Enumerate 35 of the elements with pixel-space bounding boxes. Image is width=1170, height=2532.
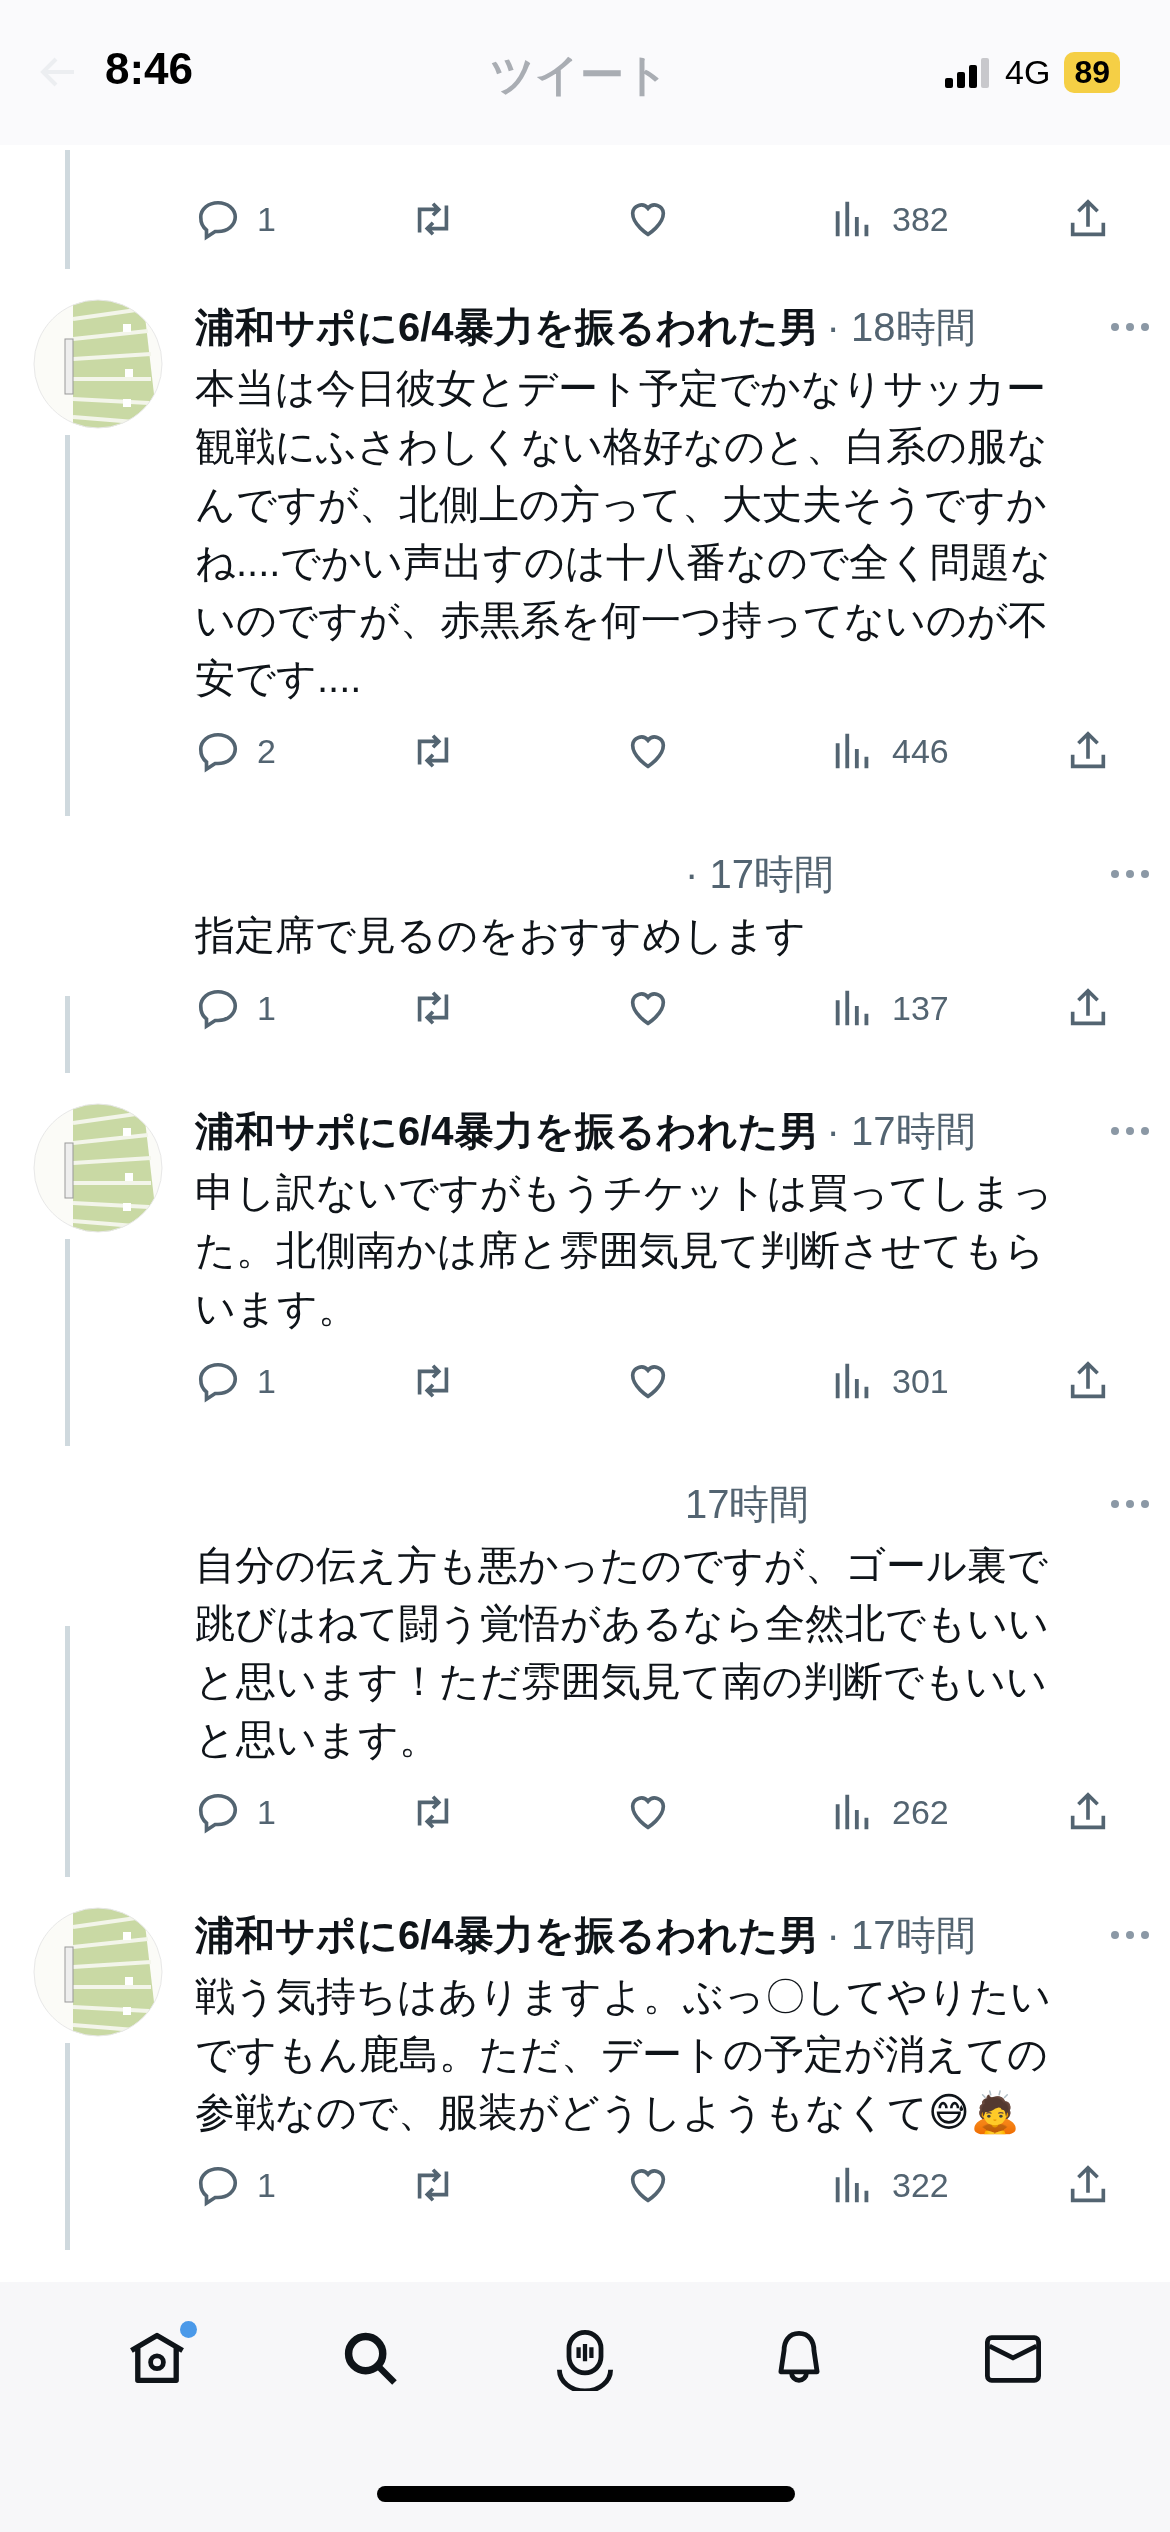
- view-count: 301: [892, 1361, 949, 1401]
- more-icon[interactable]: [1110, 869, 1150, 879]
- reply-count: 2: [257, 731, 276, 771]
- more-icon[interactable]: [1110, 322, 1150, 332]
- view-count: 137: [892, 988, 949, 1028]
- more-icon[interactable]: [1110, 1499, 1150, 1509]
- status-time: 8:46: [105, 44, 194, 94]
- tweet-time: · 17時間: [826, 1107, 976, 1155]
- screen-title: ツイート: [490, 49, 669, 101]
- author-name[interactable]: 浦和サポに6/4暴力を振るわれた男: [195, 299, 819, 355]
- view-count: 262: [892, 1792, 949, 1832]
- reply-count: 1: [257, 988, 276, 1028]
- author-name[interactable]: 浦和サポに6/4暴力を振るわれた男: [195, 1103, 819, 1159]
- reply-count: 1: [257, 1792, 276, 1832]
- tweet-text: 本当は今日彼女とデート予定でかなりサッカー観戦にふさわしくない格好なのと、白系の服なんですが、北側上の方って、大丈夫そうですかね....でかい声出すのは十八番なので全く問題ないのですが、赤黒系を何一つ持ってないのが不安です....: [195, 365, 1053, 702]
- reply-count: 1: [257, 2165, 276, 2205]
- tweet-text: 戦う気持ちはありますよ。ぶっ〇してやりたいですもん鹿島。ただ、デートの予定が消えての参戦なので、服装がどうしようもなくて😅🙇: [195, 1973, 1052, 2137]
- author-name[interactable]: 浦和サポに6/4暴力を振るわれた男: [195, 1907, 819, 1963]
- network-label: 4G: [1005, 53, 1051, 92]
- view-count: 382: [892, 199, 949, 239]
- tweet-time: · 18時間: [826, 303, 976, 351]
- view-count: 446: [892, 731, 949, 771]
- tweet-time: 17時間: [685, 1480, 810, 1528]
- view-count: 322: [892, 2165, 949, 2205]
- more-icon[interactable]: [1110, 1930, 1150, 1940]
- reply-count: 1: [257, 1361, 276, 1401]
- battery-level: 89: [1064, 52, 1120, 93]
- tweet-text: 自分の伝え方も悪かったのですが、ゴール裏で跳びはねて闘う覚悟があるなら全然北でもいいと思います！ただ雰囲気見て南の判断でもいいと思います。: [195, 1542, 1050, 1763]
- tweet-text: 申し訳ないですがもうチケットは買ってしまった。北側南かは席と雰囲気見て判断させてもらいます。: [195, 1169, 1054, 1332]
- tweet-text: 指定席で見るのをおすすめします: [195, 912, 807, 959]
- reply-count: 1: [257, 199, 276, 239]
- signal-icon: [945, 57, 992, 88]
- more-icon[interactable]: [1110, 1126, 1150, 1136]
- tweet-time: · 17時間: [685, 850, 834, 898]
- tweet-time: · 17時間: [826, 1911, 976, 1959]
